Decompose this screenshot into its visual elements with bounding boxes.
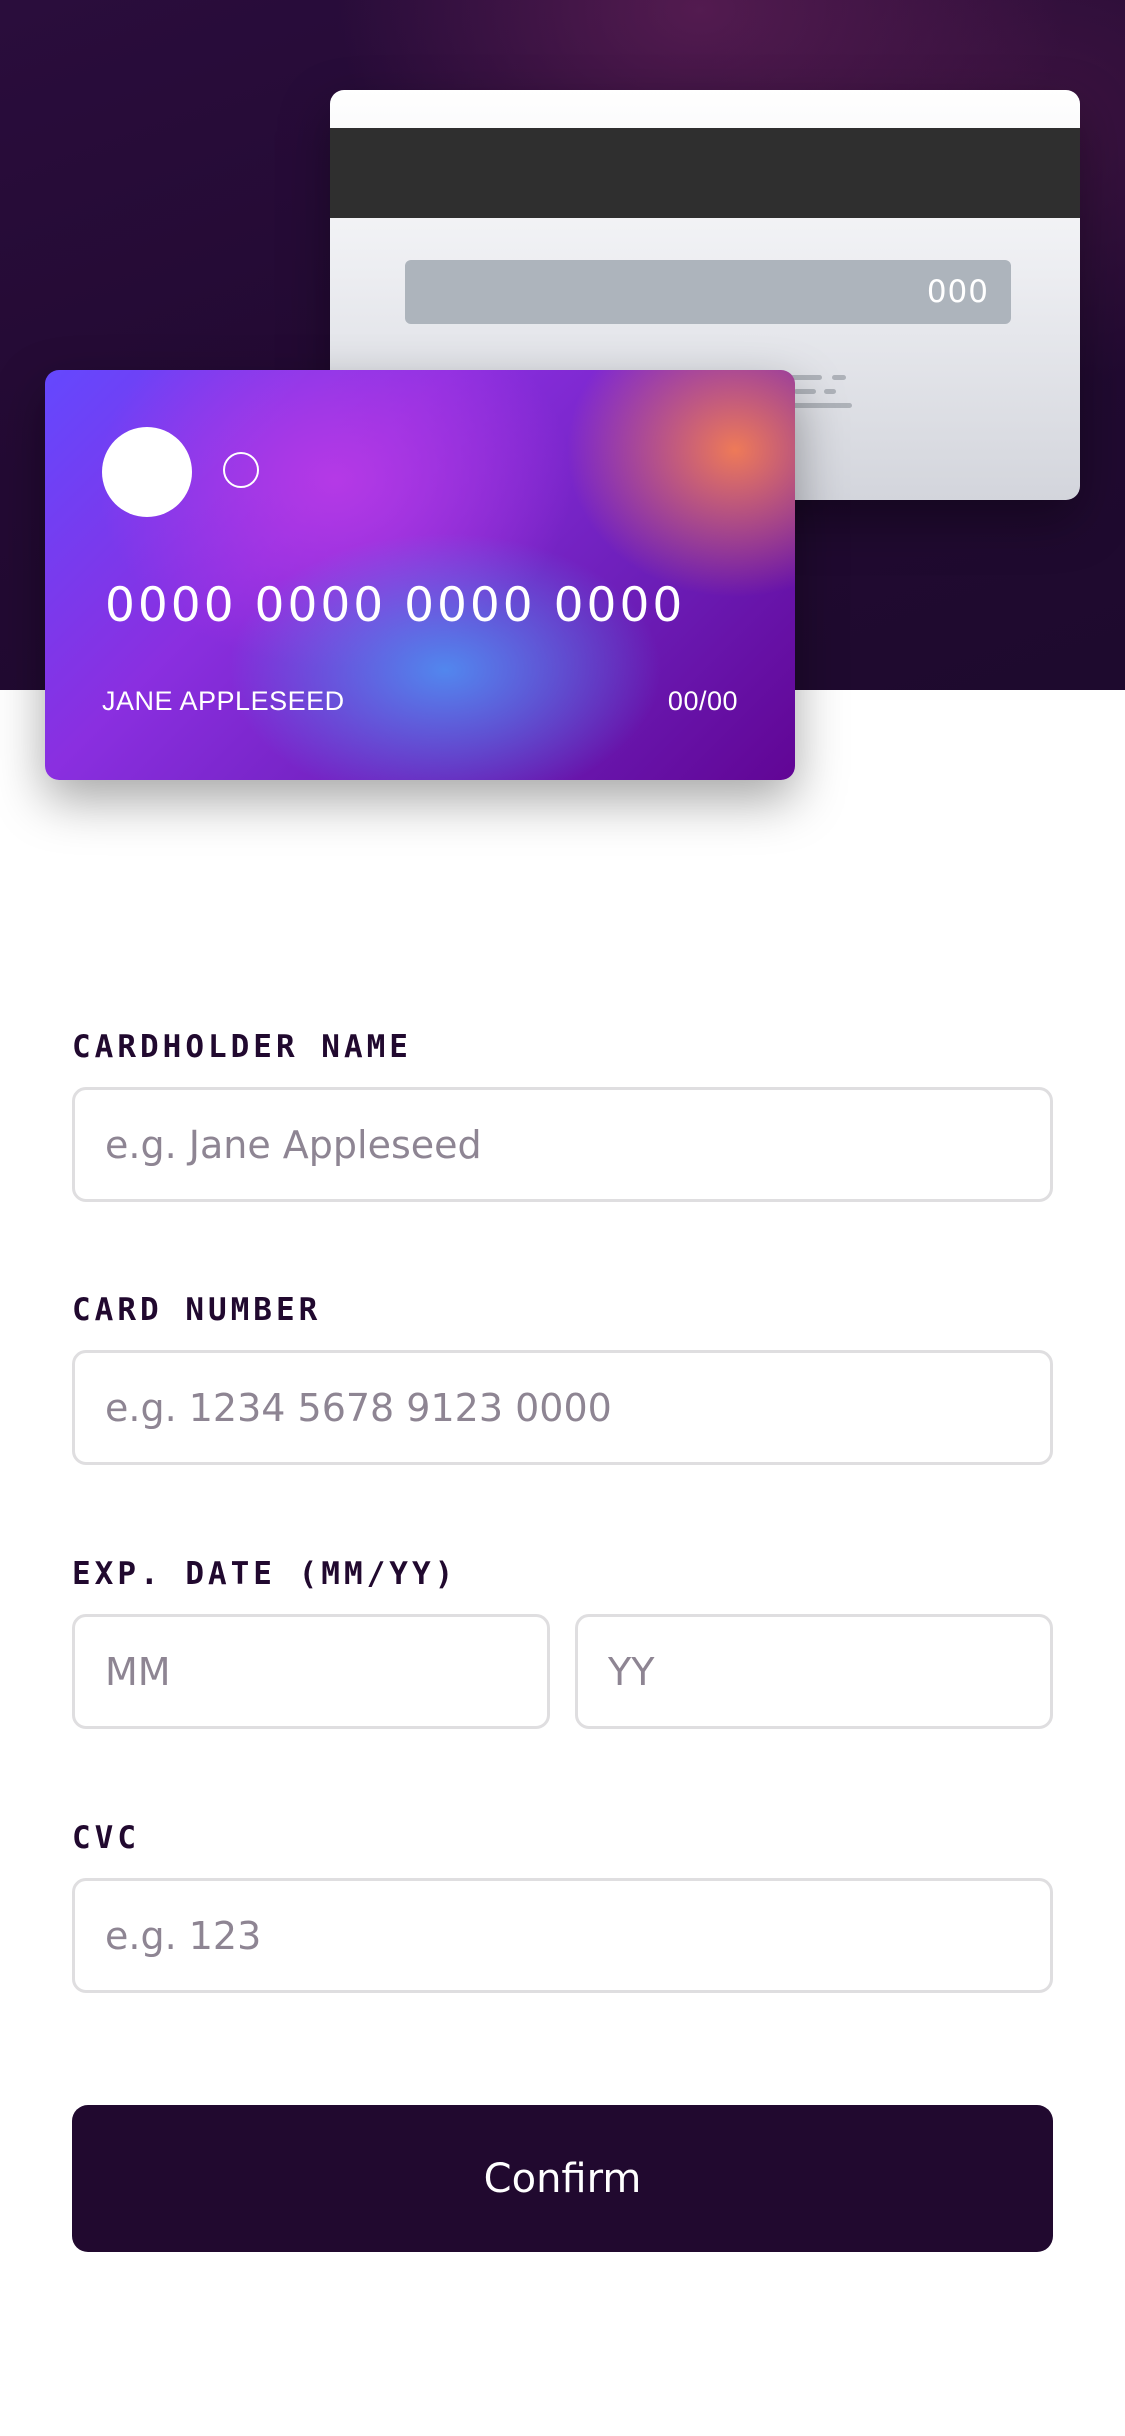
cvc-label: CVC [72, 1820, 140, 1856]
card-front-name: JANE APPLESEED [102, 686, 345, 716]
cvc-input[interactable] [72, 1878, 1053, 1993]
card-front: 0000 0000 0000 0000 JANE APPLESEED 00/00 [45, 370, 795, 780]
exp-date-label: EXP. DATE (MM/YY) [72, 1556, 458, 1592]
dash-line [824, 389, 836, 394]
cvc-field: CVC [72, 1816, 1053, 1993]
signature-strip: 000 [405, 260, 1011, 324]
magnetic-stripe [330, 128, 1080, 218]
card-number-input[interactable] [72, 1350, 1053, 1465]
dash-line [794, 389, 816, 394]
exp-month-input[interactable] [72, 1614, 550, 1729]
exp-year-input[interactable] [575, 1614, 1053, 1729]
card-front-expiry: 00/00 [667, 686, 738, 716]
confirm-button[interactable]: Confirm [72, 2105, 1053, 2252]
dash-line [832, 375, 846, 380]
card-number-field: CARD NUMBER [72, 1288, 1053, 1465]
card-number-label: CARD NUMBER [72, 1292, 322, 1328]
card-logo-outline-circle-icon [223, 452, 259, 488]
card-logo-filled-circle-icon [102, 427, 192, 517]
exp-date-field: EXP. DATE (MM/YY) [72, 1552, 1053, 1729]
card-back-cvc: 000 [926, 274, 989, 310]
card-front-number: 0000 0000 0000 0000 [105, 578, 686, 633]
cardholder-name-input[interactable] [72, 1087, 1053, 1202]
cardholder-name-field: CARDHOLDER NAME [72, 1025, 1053, 1202]
cardholder-name-label: CARDHOLDER NAME [72, 1029, 412, 1065]
